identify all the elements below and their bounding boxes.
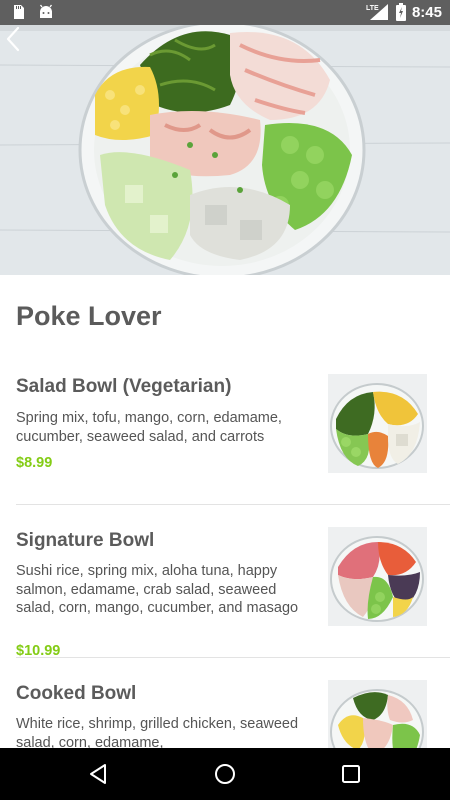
poke-bowl-photo: [0, 25, 450, 275]
menu-item-name: Signature Bowl: [16, 530, 155, 551]
page-title: Poke Lover: [16, 301, 162, 331]
divider: [16, 657, 450, 658]
menu-item-description: Spring mix, tofu, mango, corn, edamame, …: [16, 410, 282, 445]
status-bar: LTE 8:45: [0, 0, 450, 25]
signature-bowl-photo: [328, 527, 427, 626]
signal-icon: LTE: [366, 4, 388, 20]
battery-icon: [395, 3, 406, 21]
menu-item-thumbnail[interactable]: [328, 374, 427, 473]
system-nav-bar: [0, 748, 450, 800]
status-time: 8:45: [411, 3, 442, 21]
menu-item-description: White rice, shrimp, grilled chicken, sea…: [16, 716, 299, 748]
menu-item-description: Sushi rice, spring mix, aloha tuna, happ…: [16, 563, 299, 616]
divider: [16, 504, 450, 505]
menu-content[interactable]: Poke Lover Salad Bowl (Vegetarian) Sprin…: [0, 275, 450, 748]
salad-bowl-photo: [328, 374, 427, 473]
recents-square-icon[interactable]: [339, 762, 363, 786]
menu-item-thumbnail[interactable]: [328, 527, 427, 626]
hero-image: [0, 25, 450, 275]
menu-item-name: Cooked Bowl: [16, 683, 137, 704]
back-triangle-icon[interactable]: [86, 762, 110, 786]
cooked-bowl-photo: [328, 680, 427, 748]
network-label: LTE: [366, 5, 379, 12]
menu-item-price: $8.99: [16, 455, 53, 471]
back-chevron-icon[interactable]: [0, 25, 28, 53]
home-circle-icon[interactable]: [213, 762, 237, 786]
menu-item-thumbnail[interactable]: [328, 680, 427, 748]
menu-item-name: Salad Bowl (Vegetarian): [16, 376, 232, 397]
sd-card-icon: [14, 5, 24, 19]
android-icon: [39, 4, 53, 18]
